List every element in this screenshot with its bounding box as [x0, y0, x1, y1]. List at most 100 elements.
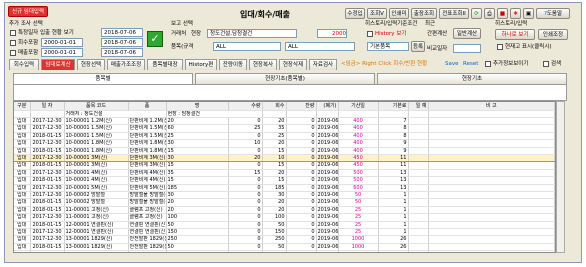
tab-data-check[interactable]: 자료검사 [309, 59, 337, 70]
tab-balance-move[interactable]: 잔량이동 [219, 59, 247, 70]
help-button[interactable]: ?도움말 [536, 8, 570, 19]
table-cell: 2019-06-30 [316, 147, 339, 155]
printer-icon[interactable]: ⎙ [484, 8, 495, 19]
num-field[interactable]: 2000 [317, 29, 347, 38]
col-name[interactable]: 명 [166, 102, 229, 111]
tab-history[interactable]: History편 [185, 59, 217, 70]
table-row[interactable]: 입대 2017-12-30 10-00001 5M(신) 단판비계 5M(신) 185 0… [14, 184, 555, 192]
sales-include-checkbox[interactable] [10, 50, 16, 56]
data-grid[interactable]: 구분 일 자 품목 코드 품 명 수량 회수 잔량 (폐기) 기산일 기본료 일… [13, 101, 556, 253]
reset-link[interactable]: Reset [463, 60, 478, 68]
search2-checkbox[interactable] [543, 61, 549, 67]
tab-site-delete[interactable]: 현장삭제 [279, 59, 307, 70]
table-row[interactable]: 입대 2017-12-30 11-00001 고정(신) 클램프 고정(신) 100 0 1… [14, 213, 555, 222]
col-item[interactable]: 품 [128, 102, 167, 111]
table-row[interactable]: 입대 2017-12-30 10-00001 3M(신) 단판비계 3M(신) 30 20… [14, 153, 555, 163]
tab-sales-adjust[interactable]: 매출가조조정 [107, 59, 145, 70]
extra-info-checkbox[interactable] [485, 61, 491, 67]
specific-date-checkbox[interactable] [10, 30, 16, 36]
table-row[interactable]: 입대 2018-01-15 12-00001 연결핀(신) 연결핀 연결핀(신) 50 0… [14, 221, 555, 230]
col-date[interactable]: 일 자 [30, 102, 65, 111]
compare-date-field[interactable] [453, 44, 481, 53]
table-row[interactable]: 입대 2018-01-15 11-00001 고정(신) 클램프 고정(신) 20 0 20… [14, 206, 555, 215]
col-code[interactable]: 품목 코드 [64, 102, 129, 111]
table-cell: 0 [228, 228, 263, 237]
table-row[interactable]: 입대 2017-12-30 10-00001 4M(신) 단판비계 4M(신) 35 15… [14, 169, 555, 178]
search-button[interactable]: 조회V [367, 8, 387, 19]
single-view-button[interactable]: 하나로 보기 [495, 29, 535, 40]
table-row[interactable]: 입대 2017-12-30 12-00001 연결핀(신) 연결핀 연결핀(신) 150… [14, 228, 555, 237]
table-cell: 단판비계 1.8M(신) [128, 147, 167, 155]
table-row[interactable]: 입대2017-12-3010-00001 1.2M(신)단판비계 1.2M(신)… [14, 117, 555, 126]
history-checkbox[interactable] [367, 31, 373, 37]
print-adjust-button[interactable]: 인쇄조정 [538, 29, 568, 40]
table-cell: 20 [228, 153, 263, 163]
date-a-field[interactable]: 2018-07-06 [101, 28, 143, 37]
confirm-check-icon[interactable]: ✓ [147, 31, 163, 47]
standard-select[interactable]: 기본품목 [367, 42, 409, 51]
print-button[interactable]: 인쇄미 [389, 8, 409, 19]
edit-button[interactable]: 수정입 [345, 8, 365, 19]
subtab-site-base-item[interactable]: 현장기초(품목별) [195, 73, 375, 84]
table-row[interactable]: 입대2018-01-1513-00001 1829(신)안전발판 1829(신)… [14, 243, 555, 252]
table-cell: 150 [166, 228, 229, 237]
col-balance[interactable]: 잔량 [286, 102, 317, 111]
stop-icon[interactable]: ■ [497, 8, 508, 19]
stock-checkbox[interactable] [497, 44, 503, 50]
col-type[interactable]: 구분 [14, 102, 31, 111]
col-discard[interactable]: (폐기) [316, 102, 339, 111]
table-row[interactable]: 입대2018-01-1510-00001 1.8M(신)단판비계 1.8M(신)… [14, 147, 555, 155]
register-button[interactable]: 등록 [411, 41, 425, 52]
table-row[interactable]: 입대2017-12-3013-00001 1829(신)안전발판 1829(신)… [14, 235, 555, 244]
table-cell: 400 [338, 117, 379, 126]
trip-search-button[interactable]: 출장조회 [411, 8, 437, 19]
table-cell: 8 [378, 124, 409, 133]
col-daily[interactable]: 일 예 [408, 102, 429, 111]
save-icon[interactable]: ▣ [523, 8, 534, 19]
tab-return-input[interactable]: 회수입력 [9, 59, 39, 70]
table-row[interactable]: 입대2017-12-3010-00002 방발철방발철물 방발철(신)30030… [14, 191, 555, 200]
table-row[interactable]: 입대2018-01-1510-00002 방발철방발철물 방발철(신)20020… [14, 198, 555, 207]
return-include-checkbox[interactable] [10, 40, 16, 46]
tab-site-copy[interactable]: 현장복사 [249, 59, 277, 70]
grid-scrollbar[interactable] [556, 101, 565, 253]
tab-site-select[interactable]: 현장선택 [77, 59, 105, 70]
save-link[interactable]: Save [445, 60, 459, 68]
table-cell: 방발철물 방발철(신) [128, 191, 167, 200]
sync-icon[interactable]: ⟳ [471, 8, 482, 19]
date-c2-field[interactable]: 2018-07-06 [101, 48, 143, 57]
settings-icon[interactable]: ✱ [510, 8, 521, 19]
col-note[interactable]: 비 고 [428, 102, 555, 111]
date-c1-field[interactable]: 2000-01-01 [41, 48, 83, 57]
col-start-date[interactable]: 기산일 [338, 102, 379, 111]
code-select[interactable]: ALL [213, 42, 281, 51]
tab-rent-calc[interactable]: 임대료계산 [41, 59, 75, 70]
table-cell: 0 [286, 176, 317, 185]
table-row[interactable]: 입대2017-12-3010-00001 1.8M(신)단판비계 1.8M(신)… [14, 139, 555, 148]
table-cell: 방발철물 방발철(신) [128, 198, 167, 207]
table-cell: 0 [286, 184, 317, 192]
table-cell: 10-00001 4M(신) [64, 169, 129, 178]
table-cell: 8 [378, 132, 409, 141]
site-field[interactable]: 청도건설,담청결건 [207, 29, 297, 38]
date-b1-field[interactable]: 2000-01-01 [41, 38, 83, 47]
spec-select[interactable]: ALL [285, 42, 355, 51]
table-row[interactable]: 입대 2018-01-15 10-00001 3M(신) 단판비계 3M(신) 15 0 1… [14, 161, 555, 170]
tab-item-ledger[interactable]: 품목별대장 [147, 59, 183, 70]
general-calc-button[interactable]: 일반계산 [453, 28, 481, 39]
table-row[interactable]: 입대 2018-01-15 10-00001 4M(신) 단판비계 4M(신) 15 0 1… [14, 176, 555, 185]
voucher-search-button[interactable]: 전표조회II [439, 8, 469, 19]
col-return[interactable]: 회수 [262, 102, 287, 111]
subtab-item[interactable]: 품목별 [13, 73, 193, 84]
table-row[interactable]: 입대2018-01-1510-00001 1.5M(신)단판비계 1.5M(신)… [14, 132, 555, 141]
table-cell [408, 161, 429, 170]
new-rental-tab[interactable]: 신규 임대입력 [8, 6, 48, 17]
date-b2-field[interactable]: 2018-07-06 [101, 38, 143, 47]
subtab-site-base[interactable]: 현장기초 [377, 73, 567, 84]
table-cell [408, 176, 429, 185]
col-base-fee[interactable]: 기본료 [378, 102, 409, 111]
col-qty[interactable]: 수량 [228, 102, 263, 111]
table-cell: 2019-06-30 [316, 243, 339, 252]
table-cell: 10-00001 1.8M(신) [64, 147, 129, 155]
table-row[interactable]: 입대2017-12-3010-00001 1.5M(신)단판비계 1.5M(신)… [14, 124, 555, 133]
